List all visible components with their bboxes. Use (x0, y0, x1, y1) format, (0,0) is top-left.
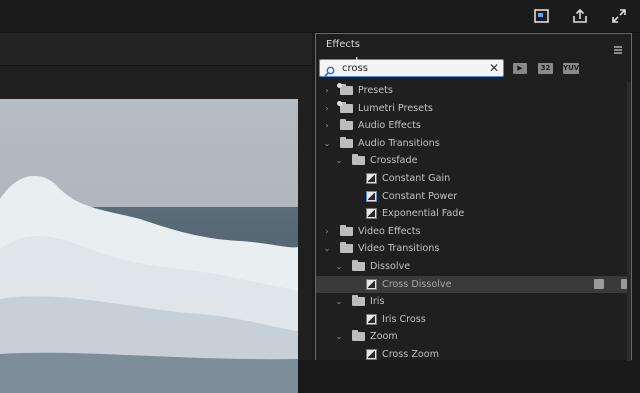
effect-icon (366, 173, 377, 184)
tree-item-label: Exponential Fade (382, 208, 465, 220)
monitor-tab-bar (0, 33, 312, 66)
tree-item-label: Iris Cross (382, 313, 426, 325)
chevron-right-icon[interactable]: › (322, 82, 332, 99)
tree-item-label: Presets (358, 85, 393, 96)
tree-folder[interactable]: › Presets (316, 82, 631, 99)
preset-folder-icon (337, 83, 353, 95)
program-monitor (0, 33, 312, 393)
scrollbar[interactable] (627, 82, 631, 361)
effect-icon (366, 278, 377, 290)
chevron-right-icon[interactable]: › (322, 223, 332, 240)
chevron-down-icon[interactable]: ⌄ (334, 293, 344, 310)
panel-menu-icon[interactable] (613, 40, 623, 54)
tree-folder[interactable]: › Lumetri Presets (316, 100, 631, 117)
chevron-down-icon[interactable]: ⌄ (322, 135, 332, 152)
tree-item-label: Crossfade (370, 155, 418, 167)
32-bit-color-icon[interactable]: 32 (538, 63, 553, 74)
panel-title: Effects (326, 39, 360, 50)
tree-effect[interactable]: Cross Zoom (316, 346, 631, 363)
tree-folder[interactable]: ⌄ Video Transitions (316, 240, 631, 257)
yuv-effects-icon[interactable]: YUV (563, 63, 579, 74)
effect-icon (366, 313, 377, 325)
tree-item-label: Cross Zoom (382, 349, 440, 360)
tree-item-label: Audio Transitions (358, 137, 440, 149)
effect-icon (366, 349, 377, 360)
tree-folder[interactable]: › Audio Effects (316, 117, 631, 134)
accelerated-badge-icon (594, 278, 604, 289)
fullscreen-icon[interactable] (609, 6, 629, 26)
tree-folder[interactable]: › Video Effects (316, 223, 631, 240)
chevron-down-icon[interactable]: ⌄ (334, 152, 344, 169)
share-icon[interactable] (570, 6, 590, 26)
search-icon (324, 62, 335, 81)
effect-icon (366, 208, 377, 220)
tree-effect[interactable]: Cross Dissolve (316, 275, 631, 293)
effects-panel: Effects ✕ ▶ 32 YUV › Presets › Lumetri Pres… (315, 33, 632, 363)
tree-effect[interactable]: Iris Cross (316, 311, 631, 328)
folder-icon (352, 330, 365, 342)
folder-icon (340, 242, 353, 254)
chevron-down-icon[interactable]: ⌄ (334, 328, 344, 345)
chevron-down-icon[interactable]: ⌄ (334, 258, 344, 275)
tree-item-label: Video Effects (358, 225, 421, 237)
tree-item-label: Audio Effects (358, 120, 421, 132)
tree-effect[interactable]: Constant Gain (316, 170, 631, 187)
chevron-right-icon[interactable]: › (322, 100, 332, 117)
tree-folder[interactable]: ⌄ Dissolve (316, 258, 631, 275)
clear-search-icon[interactable]: ✕ (489, 60, 499, 76)
tree-folder[interactable]: ⌄ Crossfade (316, 152, 631, 169)
tree-item-label: Video Transitions (358, 243, 440, 255)
video-preview[interactable] (0, 99, 298, 393)
folder-icon (352, 260, 365, 271)
folder-icon (352, 154, 365, 166)
text-cursor-icon: I (355, 55, 359, 69)
search-field[interactable]: ✕ (319, 59, 504, 77)
folder-icon (340, 224, 353, 236)
folder-icon (340, 119, 353, 131)
tree-item-label: Lumetri Presets (358, 102, 433, 114)
tree-item-label: Cross Dissolve (382, 278, 452, 290)
tree-item-label: Iris (370, 296, 385, 308)
tree-item-label: Zoom (370, 331, 398, 343)
tree-folder[interactable]: ⌄ Iris (316, 293, 631, 310)
quick-export-icon[interactable] (532, 6, 552, 26)
tree-folder[interactable]: ⌄ Zoom (316, 328, 631, 345)
preset-folder-icon (337, 100, 353, 113)
search-input[interactable] (342, 61, 482, 75)
tree-item-label: Constant Power (382, 190, 458, 202)
folder-icon (352, 295, 365, 307)
top-bar (0, 0, 640, 33)
tree-item-label: Constant Gain (382, 173, 451, 184)
chevron-right-icon[interactable]: › (322, 117, 332, 134)
tree-effect[interactable]: Exponential Fade (316, 205, 631, 222)
accelerated-effects-icon[interactable]: ▶ (513, 63, 527, 74)
folder-icon (340, 136, 353, 148)
tree-folder[interactable]: ⌄ Audio Transitions (316, 135, 631, 152)
effect-icon (366, 190, 377, 202)
tree-effect[interactable]: Constant Power (316, 188, 631, 205)
tree-item-label: Dissolve (370, 261, 411, 272)
chevron-down-icon[interactable]: ⌄ (322, 240, 332, 257)
